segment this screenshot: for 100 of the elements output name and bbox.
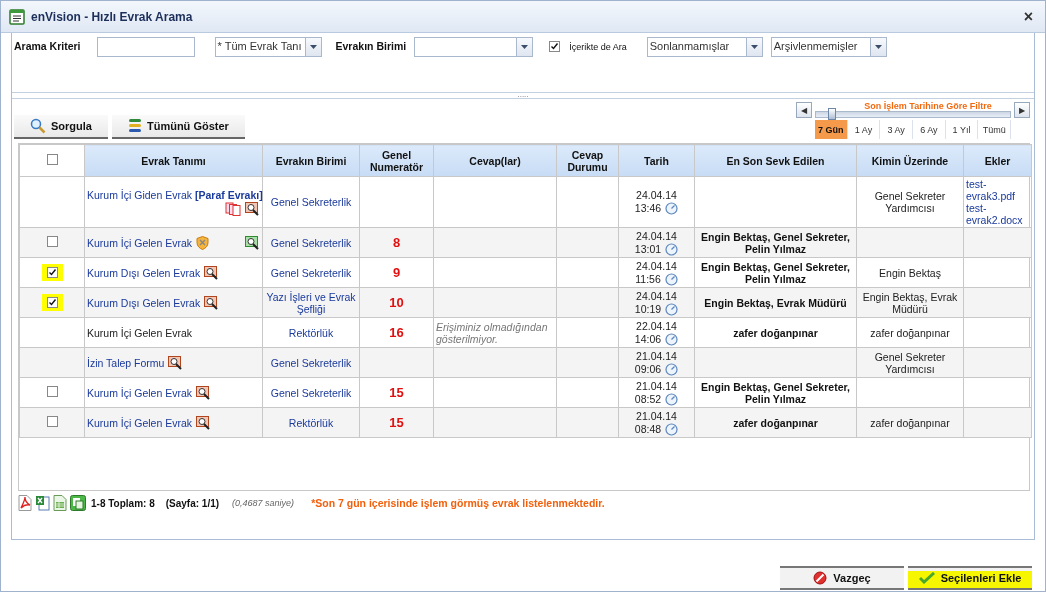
clock-icon[interactable] [665,202,679,215]
window-title: enVision - Hızlı Evrak Arama [31,9,194,24]
add-selected-button[interactable]: Seçilenleri Ekle [908,566,1032,590]
date-text: 21.04.14 [636,409,677,423]
unit-text: Genel Sekreterlik [270,196,352,208]
period-tab[interactable]: 7 Gün [815,120,848,139]
checkmark-icon [550,42,560,51]
page-info: (Sayfa: 1/1) [165,497,220,509]
attachment-link[interactable]: test-evrak2.docx [966,202,1029,226]
unit-dropdown[interactable] [414,37,534,57]
unit-text: Genel Sekreterlik [270,386,352,399]
holder-text: Genel Sekreter Yardımcısı [874,350,946,375]
clock-icon[interactable] [665,392,679,406]
previous-button[interactable]: ◀ [796,102,812,118]
magnifier-icon[interactable] [196,385,212,400]
date-text: 24.04.14 [636,189,677,202]
criteria-label: Arama Kriteri [14,40,81,52]
time-text: 13:46 [634,202,662,215]
clock-icon[interactable] [665,332,679,346]
search-icon [30,118,46,134]
checkbox[interactable] [549,41,561,52]
status-dropdown[interactable]: Sonlanmamışlar [646,37,763,57]
dropdown-arrow-icon [750,45,758,49]
close-button[interactable]: × [1019,7,1037,26]
copy-icon[interactable] [70,495,86,511]
numerator-text: 15 [389,385,404,400]
column-header[interactable]: Ekler [963,144,1032,177]
time-text: 14:06 [634,332,662,346]
slider-thumb[interactable] [827,108,836,120]
magnifier-icon[interactable] [168,355,184,370]
dropdown-arrow-icon [521,45,529,49]
dropdown-arrow-icon [874,45,882,49]
forwarded-text: zafer doğanpınar [733,326,818,339]
numerator-text: 8 [392,235,401,250]
excel-icon[interactable] [35,495,50,511]
date-slider[interactable] [815,111,1011,118]
notice-text: *Son 7 gün içerisinde işlem görmüş evrak listelenmektedir. [311,497,605,509]
magnifier-icon[interactable] [245,235,260,250]
checkmark-icon [47,298,57,307]
magnifier-icon[interactable] [196,415,212,430]
date-text: 21.04.14 [636,379,677,393]
column-header[interactable]: Tarih [618,144,695,177]
forwarded-text: Engin Bektaş, Genel Sekreter, Pelin Yılmaz [701,260,850,285]
column-header[interactable]: Cevap Durumu [556,144,619,177]
numerator-text: 10 [389,295,404,310]
date-text: 22.04.14 [636,319,677,333]
magnifier-icon[interactable] [245,201,260,216]
checkbox[interactable] [41,264,63,281]
checkbox[interactable] [46,154,58,165]
unit-text: Yazı İşleri ve Evrak Şefliği [266,290,356,315]
clock-icon[interactable] [665,302,679,316]
unit-text: Rektörlük [288,326,334,339]
checkbox[interactable] [41,294,63,311]
column-header[interactable]: Genel Numeratör [359,144,434,177]
toolbar-button[interactable]: Sorgula [14,115,108,139]
spreadsheet-icon[interactable] [53,495,67,511]
replies-text: Erişiminiz olmadığından gösterilmiyor. [436,320,549,345]
magnifier-icon[interactable] [204,265,220,280]
date-filter-title: Son İşlem Tarihine Göre Filtre [863,102,993,111]
forwarded-text: Engin Bektaş, Evrak Müdürü [704,296,847,309]
time-text: 09:06 [634,362,662,376]
form-icon [9,8,25,25]
toolbar-button[interactable]: Tümünü Göster [111,115,245,139]
clock-icon[interactable] [665,242,679,256]
content-search-label: İçerikte de Ara [569,41,627,52]
forwarded-text: Engin Bektaş, Genel Sekreter, Pelin Yılmaz [701,230,850,255]
document-link[interactable]: İzin Talep Formu [87,356,165,369]
numerator-text: 15 [389,415,404,430]
time-text: 08:48 [634,422,662,436]
criteria-field[interactable] [96,37,195,57]
clock-icon[interactable] [665,362,679,376]
clock-icon[interactable] [664,272,678,286]
column-header[interactable]: Cevap(lar) [433,144,557,177]
result-count: 1-8 Toplam: 8 [91,497,155,509]
time-text: 13:01 [634,242,662,256]
pdf-icon[interactable] [18,495,32,511]
query-duration: (0,4687 saniye) [232,498,295,508]
holder-text: Engin Bektaş [879,266,941,279]
time-text: 10:19 [634,302,662,316]
stack-icon [127,118,142,134]
time-text: 08:52 [634,392,662,406]
checkbox[interactable] [46,236,58,247]
column-header[interactable]: En Son Sevk Edilen [694,144,857,177]
cancel-button[interactable]: Vazgeç [780,566,904,590]
archive-dropdown[interactable]: Arşivlenmemişler [770,37,887,57]
magnifier-icon[interactable] [204,295,220,310]
column-header[interactable]: Kimin Üzerinde [856,144,964,177]
numerator-text: 9 [392,265,401,280]
next-button[interactable]: ▶ [1014,102,1030,118]
unit-text: Genel Sekreterlik [270,356,352,369]
unit-text: Genel Sekreterlik [270,236,352,249]
splitter-handle[interactable]: ..... [517,93,529,98]
column-header[interactable]: Evrakın Birimi [262,144,360,177]
column-header[interactable]: Evrak Tanımı [84,144,263,177]
checkbox[interactable] [46,416,58,427]
clock-icon[interactable] [665,422,679,436]
checkbox[interactable] [46,386,58,397]
holder-text: Genel Sekreter Yardımcısı [874,190,946,214]
type-dropdown[interactable]: * Tüm Evrak Tanı [214,37,322,57]
forwarded-text: Engin Bektaş, Genel Sekreter, Pelin Yılmaz [701,380,850,405]
